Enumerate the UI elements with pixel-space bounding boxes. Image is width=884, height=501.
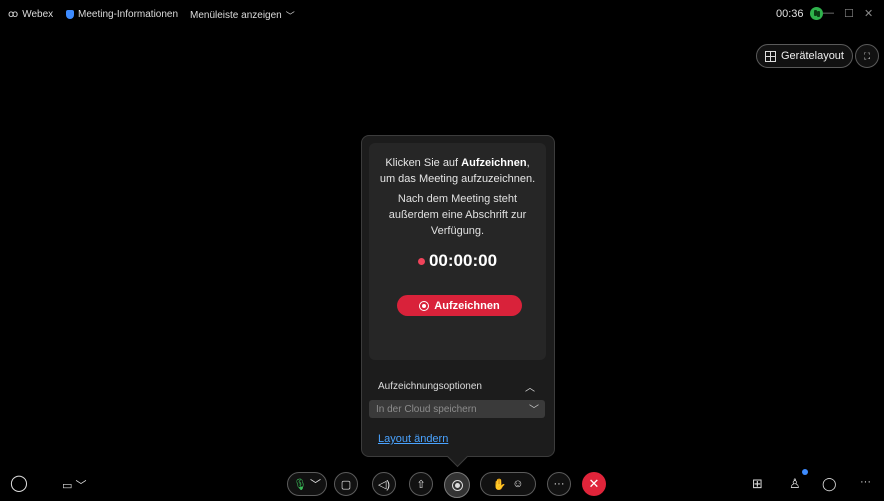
recorder-button[interactable]: [444, 472, 470, 498]
instruction-line2: um das Meeting aufzuzeichnen.: [379, 173, 536, 185]
meeting-timer: 00:36: [776, 7, 823, 20]
record-button-label: Aufzeichnen: [434, 299, 500, 312]
captions-button[interactable]: ▭ ﹀: [62, 477, 86, 493]
meeting-info-label: Meeting-Informationen: [78, 9, 179, 20]
fullscreen-button[interactable]: ⛶: [855, 44, 879, 68]
more-button[interactable]: ···: [547, 472, 571, 496]
close-icon[interactable]: ✕: [864, 7, 873, 20]
audio-button[interactable]: ◁): [372, 472, 396, 496]
show-menu-bar-label: Menüleiste anzeigen: [190, 10, 282, 21]
device-layout-button[interactable]: Gerätelayout: [756, 44, 853, 68]
end-call-icon: ✕: [588, 476, 600, 491]
recording-popup: Klicken Sie auf Aufzeichnen, um das Meet…: [361, 135, 555, 457]
chevron-down-icon: ﹀: [285, 11, 295, 21]
fullscreen-icon: ⛶: [863, 50, 871, 61]
ai-assistant-icon[interactable]: ◯: [10, 473, 28, 493]
device-layout-label: Gerätelayout: [781, 50, 844, 62]
captions-icon: ▭: [62, 480, 73, 492]
participants-icon[interactable]: ♙: [789, 476, 801, 492]
storage-select[interactable]: In der Cloud speichern ﹀: [369, 400, 545, 418]
instruction-suffix: ,: [526, 157, 530, 169]
camera-icon: ▢: [340, 478, 352, 491]
meeting-info-button[interactable]: Meeting-Informationen: [66, 9, 178, 20]
end-call-button[interactable]: ✕: [582, 472, 606, 496]
recording-options-label[interactable]: Aufzeichnungsoptionen: [378, 381, 482, 392]
reactions-icon: ☺: [512, 478, 524, 490]
microphone-icon: 🎙: [292, 478, 307, 491]
duration-value: 00:00:00: [428, 251, 498, 270]
video-button[interactable]: ▢: [334, 472, 358, 496]
speaker-icon: ◁): [377, 478, 391, 491]
mute-button[interactable]: 🎙 ﹀: [287, 472, 327, 496]
recording-dot-icon: [417, 257, 425, 265]
apps-icon[interactable]: ⊞: [752, 476, 763, 492]
show-menu-bar-button[interactable]: Menüleiste anzeigen ﹀: [190, 9, 295, 22]
record-icon: [451, 479, 463, 491]
chevron-down-icon: ﹀: [75, 480, 87, 492]
app-name: Webex: [22, 9, 54, 20]
timer-value: 00:36: [776, 7, 804, 20]
recording-duration: 00:00:00: [369, 251, 546, 271]
chevron-down-icon: ﹀: [310, 479, 322, 491]
storage-select-value: In der Cloud speichern: [376, 403, 477, 415]
chevron-down-icon: ﹀: [529, 405, 539, 416]
chat-icon[interactable]: ◯: [822, 476, 837, 492]
reactions-button[interactable]: ✋ ☺: [480, 472, 536, 496]
record-icon: [419, 300, 430, 311]
shield-icon: [66, 10, 74, 19]
more-options-icon[interactable]: ···: [860, 476, 871, 488]
notification-badge: [802, 469, 808, 475]
record-instruction: Klicken Sie auf Aufzeichnen, um das Meet…: [369, 155, 546, 187]
minimize-icon[interactable]: —: [823, 7, 834, 19]
status-icon[interactable]: [809, 7, 823, 20]
transcript-info: Nach dem Meeting steht außerdem eine Abs…: [388, 193, 527, 237]
change-layout-link[interactable]: Layout ändern: [378, 433, 448, 445]
raise-hand-icon: ✋: [492, 478, 507, 491]
record-button[interactable]: Aufzeichnen: [397, 295, 522, 316]
more-icon: ···: [553, 478, 565, 490]
grid-icon: [765, 50, 776, 62]
title-bar: ꝏ Webex Meeting-Informationen Menüleiste…: [0, 0, 884, 30]
webex-logo: ꝏ Webex: [8, 9, 53, 20]
instruction-prefix: Klicken Sie auf: [385, 157, 462, 169]
webex-logo-icon: ꝏ: [8, 9, 19, 20]
share-button[interactable]: ⇧: [409, 472, 433, 496]
maximize-icon[interactable]: ☐: [844, 7, 854, 20]
instruction-bold: Aufzeichnen: [461, 157, 527, 169]
share-icon: ⇧: [416, 478, 426, 491]
recording-panel: Klicken Sie auf Aufzeichnen, um das Meet…: [369, 143, 546, 360]
chevron-up-icon[interactable]: ︿: [525, 379, 535, 394]
